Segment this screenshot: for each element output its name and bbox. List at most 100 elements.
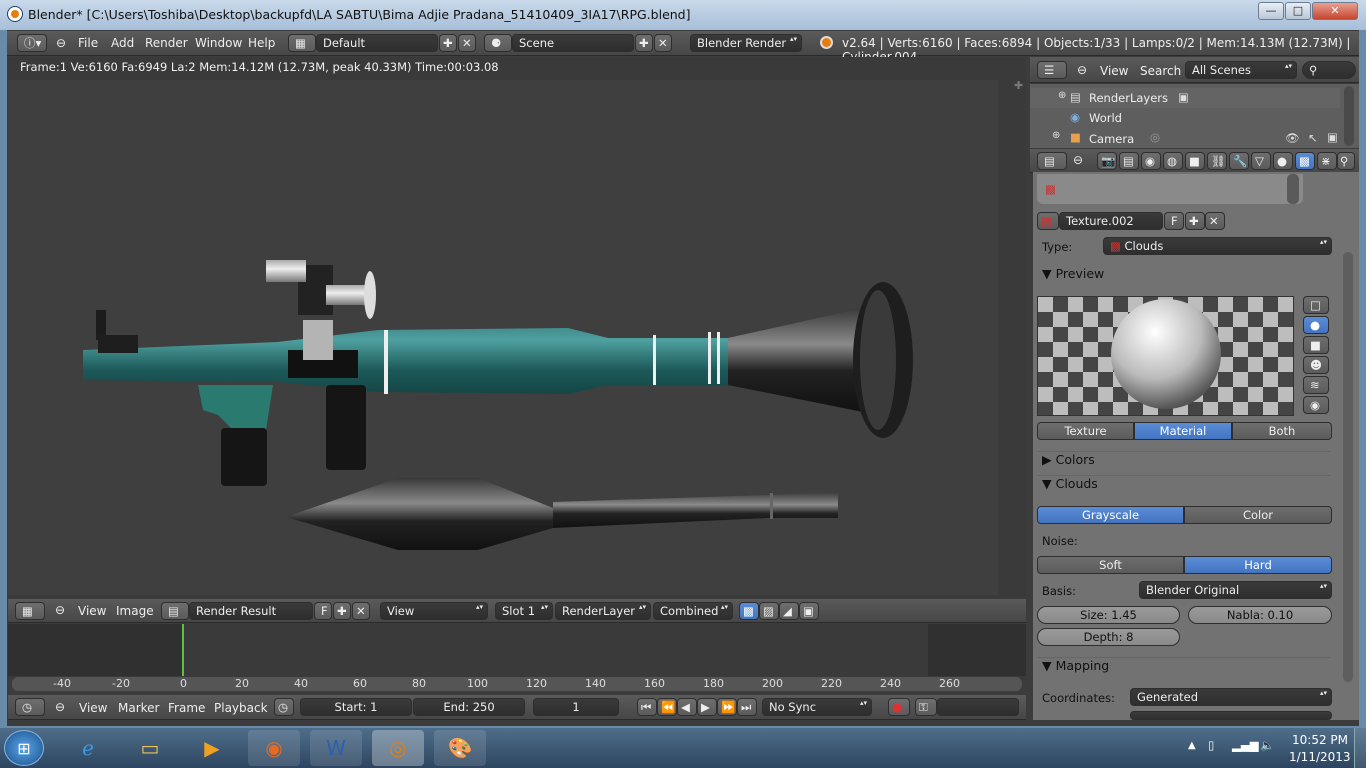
properties-scrollbar[interactable] <box>1343 252 1353 682</box>
draw-channels-icon[interactable]: ▣ <box>799 602 819 620</box>
editor-type-button[interactable]: ☰ <box>1037 61 1067 79</box>
corner-plus-icon[interactable]: ✚ <box>1014 79 1023 92</box>
tab-constraints-icon[interactable]: ⛓ <box>1207 152 1227 170</box>
projection-dropdown[interactable] <box>1130 711 1332 720</box>
keying-set-icon[interactable]: ⚿ <box>915 698 937 716</box>
tab-texture-icon[interactable]: ▩ <box>1295 152 1315 170</box>
render-pass-dropdown[interactable]: Combined <box>653 602 733 620</box>
image-name-field[interactable]: Render Result <box>189 602 313 620</box>
start-button[interactable]: ⊞ <box>4 730 44 766</box>
slot-dropdown[interactable]: Slot 1 <box>495 602 553 620</box>
menu-view[interactable]: View <box>1100 64 1128 78</box>
tab-particles-icon[interactable]: ⋇ <box>1317 152 1337 170</box>
expand-icon[interactable]: ⊕ <box>1058 90 1066 101</box>
preview-shape-monkey-icon[interactable]: ☻ <box>1303 356 1329 374</box>
outliner-row[interactable]: ◉ World <box>1030 108 1340 128</box>
new-texture-button[interactable]: ✚ <box>1185 212 1205 230</box>
editor-type-button[interactable]: ◷ <box>15 698 45 716</box>
jump-start-button[interactable]: ⏮ <box>637 698 657 716</box>
record-button[interactable]: ● <box>888 698 910 716</box>
menu-add[interactable]: Add <box>111 36 134 50</box>
play-button[interactable]: ▶ <box>697 698 717 716</box>
mapping-panel-header[interactable]: ▼ Mapping <box>1037 657 1331 679</box>
start-frame-field[interactable]: Start: 1 <box>300 698 412 716</box>
draw-alpha-over-icon[interactable]: ▨ <box>759 602 779 620</box>
jump-keyframe-back-button[interactable]: ⏪ <box>657 698 677 716</box>
blender-taskbar-icon[interactable]: ◎ <box>372 730 424 766</box>
outliner-row[interactable]: ⊕ ▤ RenderLayers ▣ <box>1030 88 1340 108</box>
fake-user-button[interactable]: F <box>314 602 332 620</box>
minimize-button[interactable]: — <box>1258 2 1284 20</box>
editor-type-button[interactable]: ▦ <box>15 602 45 620</box>
current-frame-marker[interactable] <box>182 624 184 676</box>
collapse-icon[interactable]: ⊖ <box>56 36 66 50</box>
preview-panel-header[interactable]: ▼ Preview <box>1037 266 1331 288</box>
tab-data-icon[interactable]: ▽ <box>1251 152 1271 170</box>
editor-type-button[interactable]: ⓘ▾ <box>17 34 47 52</box>
tab-material-icon[interactable]: ● <box>1273 152 1293 170</box>
maximize-button[interactable]: □ <box>1285 2 1311 20</box>
screen-layout-field[interactable]: Default <box>316 34 438 52</box>
menu-marker[interactable]: Marker <box>118 701 159 715</box>
render-engine-dropdown[interactable]: Blender Render <box>690 34 802 52</box>
outliner-scrollbar[interactable] <box>1344 86 1354 146</box>
network-icon[interactable]: ▂▄▆ <box>1232 738 1259 752</box>
collapse-icon[interactable]: ⊖ <box>55 700 65 714</box>
play-reverse-button[interactable]: ◀ <box>677 698 697 716</box>
close-button[interactable]: ✕ <box>1312 2 1358 20</box>
noise-hard-toggle[interactable]: Hard <box>1184 556 1332 574</box>
depth-slider[interactable]: Depth: 8 <box>1037 628 1180 646</box>
paint-icon[interactable]: 🎨 <box>434 730 486 766</box>
jump-end-button[interactable]: ⏭ <box>737 698 757 716</box>
expand-icon[interactable]: ⊕ <box>1052 130 1060 141</box>
display-mode-dropdown[interactable]: All Scenes <box>1185 61 1297 79</box>
preview-shape-cube-icon[interactable]: ■ <box>1303 336 1329 354</box>
clock-date[interactable]: 1/11/2013 <box>1289 750 1351 764</box>
preview-material-tab[interactable]: Material <box>1134 422 1232 440</box>
texture-slot-list[interactable]: ▩ <box>1037 174 1303 204</box>
preview-both-tab[interactable]: Both <box>1232 422 1332 440</box>
eye-icon[interactable]: 👁 <box>1285 131 1300 145</box>
render-icon[interactable]: ▣ <box>1327 130 1338 144</box>
preview-range-icon[interactable]: ◷ <box>274 698 294 716</box>
image-browse-icon[interactable]: ▤ <box>161 602 189 620</box>
volume-icon[interactable]: 🔈 <box>1260 738 1274 752</box>
menu-playback[interactable]: Playback <box>214 701 268 715</box>
grayscale-toggle[interactable]: Grayscale <box>1037 506 1184 524</box>
draw-zbuffer-icon[interactable]: ◢ <box>779 602 799 620</box>
outliner-row[interactable]: ⊕ ■ Camera ◎ 👁 ↖ ▣ <box>1030 128 1340 148</box>
collapse-icon[interactable]: ⊖ <box>1077 63 1087 77</box>
tab-modifiers-icon[interactable]: 🔧 <box>1229 152 1249 170</box>
show-hidden-icons-icon[interactable]: ▲ <box>1188 740 1196 751</box>
texture-browse-icon[interactable]: ▩ <box>1037 212 1059 230</box>
menu-search[interactable]: Search <box>1140 64 1181 78</box>
preview-shape-sky-icon[interactable]: ◉ <box>1303 396 1329 414</box>
new-image-button[interactable]: ✚ <box>333 602 351 620</box>
timeline-area[interactable] <box>8 624 1026 691</box>
firefox-icon[interactable]: ◉ <box>248 730 300 766</box>
basis-dropdown[interactable]: Blender Original <box>1139 581 1332 599</box>
jump-keyframe-forward-button[interactable]: ⏩ <box>717 698 737 716</box>
cursor-icon[interactable]: ↖ <box>1308 131 1318 145</box>
unlink-texture-button[interactable]: ✕ <box>1205 212 1225 230</box>
end-frame-field[interactable]: End: 250 <box>413 698 525 716</box>
device-icon[interactable]: ▯ <box>1208 738 1214 752</box>
tab-render-icon[interactable]: 📷 <box>1097 152 1117 170</box>
color-toggle[interactable]: Color <box>1184 506 1332 524</box>
scene-icon[interactable]: ⚈ <box>484 34 512 52</box>
tab-object-icon[interactable]: ■ <box>1185 152 1205 170</box>
view-dropdown[interactable]: View <box>380 602 488 620</box>
preview-shape-sphere-icon[interactable]: ● <box>1303 316 1329 334</box>
menu-image[interactable]: Image <box>116 604 154 618</box>
draw-alpha-icon[interactable]: ▩ <box>739 602 759 620</box>
delete-layout-button[interactable]: ✕ <box>458 34 476 52</box>
current-frame-field[interactable]: 1 <box>533 698 619 716</box>
add-layout-button[interactable]: ✚ <box>439 34 457 52</box>
menu-frame[interactable]: Frame <box>168 701 205 715</box>
size-slider[interactable]: Size: 1.45 <box>1037 606 1180 624</box>
texture-type-dropdown[interactable]: ▩ Clouds <box>1103 237 1332 255</box>
menu-help[interactable]: Help <box>248 36 275 50</box>
word-icon[interactable]: W <box>310 730 362 766</box>
file-explorer-icon[interactable]: ▭ <box>124 730 176 766</box>
keying-set-field[interactable] <box>937 698 1019 716</box>
